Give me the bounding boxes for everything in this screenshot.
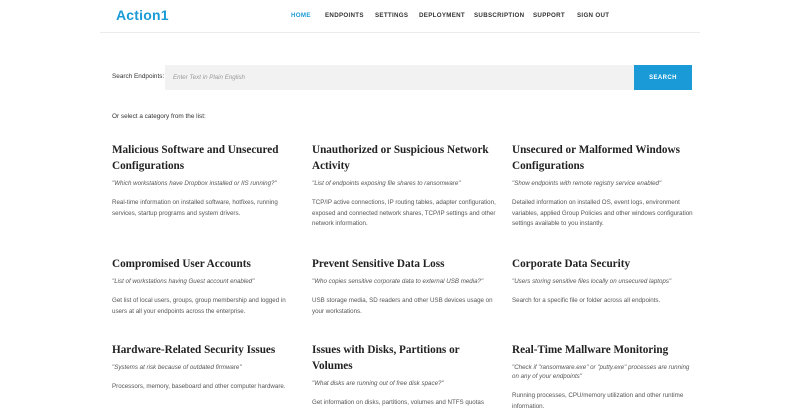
category-example: "Users storing sensitive files locally o… [512,278,672,285]
category-card: Prevent Sensitive Data Loss "Who copies … [312,256,497,317]
category-title[interactable]: Unauthorized or Suspicious Network Activ… [312,142,497,174]
category-example: "Show endpoints with remote registry ser… [512,180,662,187]
category-description: USB storage media, SD readers and other … [312,297,493,315]
category-title[interactable]: Corporate Data Security [512,256,697,272]
category-example: "Systems at risk because of outdated fir… [112,364,242,371]
category-example: "List of workstations having Guest accou… [112,278,255,285]
category-description: Get information on disks, partitions, vo… [312,399,484,406]
category-example: "Which workstations have Dropbox install… [112,180,277,187]
category-example: "What disks are running out of free disk… [312,380,444,387]
category-example: "Who copies sensitive corporate data to … [312,278,484,285]
category-description: Real-time information on installed softw… [112,199,278,217]
category-description: Running processes, CPU/memory utilizatio… [512,392,684,410]
category-title[interactable]: Unsecured or Malformed Windows Configura… [512,142,697,174]
category-card: Compromised User Accounts "List of works… [112,256,297,317]
category-description: Search for a specific file or folder acr… [512,297,661,304]
category-example: "Check if "ransomware.exe" or "putty.exe… [512,364,690,380]
category-description: Get list of local users, groups, group m… [112,297,286,315]
category-card: Unauthorized or Suspicious Network Activ… [312,142,497,230]
category-card: Real-Time Mallware Monitoring "Check if … [512,342,697,412]
category-card: Unsecured or Malformed Windows Configura… [512,142,697,230]
category-card: Hardware-Related Security Issues "System… [112,342,297,393]
category-card: Corporate Data Security "Users storing s… [512,256,697,307]
category-title[interactable]: Hardware-Related Security Issues [112,342,297,358]
category-title[interactable]: Compromised User Accounts [112,256,297,272]
category-title[interactable]: Real-Time Mallware Monitoring [512,342,697,358]
category-title[interactable]: Prevent Sensitive Data Loss [312,256,497,272]
category-title[interactable]: Issues with Disks, Partitions or Volumes [312,342,497,374]
category-grid: Malicious Software and Unsecured Configu… [0,0,800,418]
category-example: "List of endpoints exposing file shares … [312,180,461,187]
category-description: Processors, memory, baseboard and other … [112,383,286,390]
category-title[interactable]: Malicious Software and Unsecured Configu… [112,142,297,174]
category-card: Malicious Software and Unsecured Configu… [112,142,297,219]
category-description: TCP/IP active connections, IP routing ta… [312,199,496,227]
category-description: Detailed information on installed OS, ev… [512,199,693,227]
category-card: Issues with Disks, Partitions or Volumes… [312,342,497,409]
